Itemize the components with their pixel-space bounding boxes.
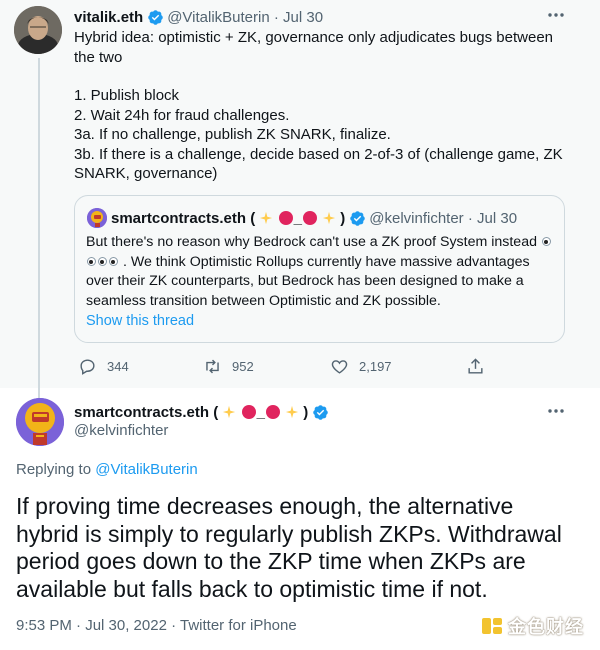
separator-dot: · <box>269 8 284 26</box>
reply-author-name-end: ) <box>303 403 309 421</box>
quoted-tweet-card[interactable]: smartcontracts.eth ( _ ) @kelvinfichter … <box>74 195 565 343</box>
thread-connector-line <box>38 58 40 398</box>
reply-author-name-row: smartcontracts.eth ( _ ) <box>74 402 332 422</box>
tweet-timestamp[interactable]: 9:53 PM · Jul 30, 2022 · Twitter for iPh… <box>16 617 297 634</box>
sparkles-icon <box>223 405 236 418</box>
name-separator: _ <box>256 403 265 421</box>
tweet-date[interactable]: Jul 30 <box>283 9 323 26</box>
list-item: 3b. If there is a challenge, decide base… <box>74 145 563 183</box>
share-icon <box>468 357 483 374</box>
verified-badge-icon <box>350 210 366 226</box>
watermark-text: 金色财经 <box>508 617 584 637</box>
reply-count: 344 <box>107 358 129 374</box>
tweet-text-intro: Hybrid idea: optimistic + ZK, governance… <box>74 29 554 66</box>
avatar-illustration <box>16 398 64 446</box>
share-action[interactable] <box>466 356 495 376</box>
parent-tweet[interactable]: vitalik.eth @VitalikButerin · Jul 30 Hyb… <box>0 0 600 398</box>
sparkles-icon <box>260 211 273 224</box>
red-circle-icon <box>241 404 256 419</box>
watermark: 金色财经 <box>480 612 590 640</box>
avatar[interactable] <box>14 6 62 54</box>
red-circle-icon <box>302 210 317 225</box>
separator-dot: · <box>463 209 478 227</box>
sparkles-icon <box>285 405 299 418</box>
replying-to: Replying to @VitalikButerin <box>16 461 198 478</box>
quote-header: smartcontracts.eth ( _ ) @kelvinfichter … <box>111 207 517 229</box>
author-handle[interactable]: @VitalikButerin <box>167 9 270 26</box>
more-options-icon[interactable] <box>546 403 566 419</box>
watermark-logo-icon <box>482 618 502 634</box>
list-item: 3a. If no challenge, publish ZK SNARK, f… <box>74 126 391 143</box>
quote-author-name-end: ) <box>340 209 346 227</box>
reply-author-name-text: smartcontracts.eth ( <box>74 403 219 421</box>
author-name[interactable]: vitalik.eth <box>74 9 143 26</box>
more-options-icon[interactable] <box>546 7 566 23</box>
quote-text-line1: But there's no reason why Bedrock can't … <box>86 234 537 250</box>
avatar-illustration <box>87 208 107 228</box>
tweet-text-list: 1. Publish block 2. Wait 24h for fraud c… <box>74 86 564 184</box>
reply-action[interactable]: 344 <box>78 356 129 376</box>
like-count: 2,197 <box>359 358 392 374</box>
like-action[interactable]: 2,197 <box>330 356 392 376</box>
list-item: 1. Publish block <box>74 87 180 104</box>
quote-author-name: smartcontracts.eth ( _ ) <box>111 210 345 227</box>
quote-avatar <box>87 208 107 228</box>
quote-date: Jul 30 <box>477 209 518 227</box>
reply-author-handle[interactable]: @kelvinfichter <box>74 422 168 439</box>
replying-to-label: Replying to <box>16 461 92 478</box>
reply-tweet-text: If proving time decreases enough, the al… <box>16 493 562 602</box>
verified-badge-icon <box>148 9 163 25</box>
reply-icon <box>80 358 95 375</box>
quote-author-name-text: smartcontracts.eth ( <box>111 209 256 227</box>
retweet-icon <box>206 359 219 373</box>
quote-text: But there's no reason why Bedrock can't … <box>86 233 556 311</box>
tweet-header: vitalik.eth @VitalikButerin · Jul 30 <box>74 7 323 27</box>
tweet-text: Hybrid idea: optimistic + ZK, governance… <box>74 28 554 67</box>
sparkles-icon <box>322 211 336 224</box>
avatar[interactable] <box>16 398 64 446</box>
red-circle-icon <box>265 404 280 419</box>
reply-author-name[interactable]: smartcontracts.eth ( _ ) <box>74 404 308 421</box>
red-circle-icon <box>278 210 293 225</box>
avatar-photo <box>14 6 62 54</box>
list-item: 2. Wait 24h for fraud challenges. <box>74 106 290 124</box>
quote-text-line2: . We think Optimistic Rollups currently … <box>86 253 530 309</box>
verified-badge-icon <box>313 404 329 420</box>
show-thread-link[interactable]: Show this thread <box>86 313 194 329</box>
name-separator: _ <box>293 209 302 227</box>
replying-to-link[interactable]: @VitalikButerin <box>95 461 198 478</box>
retweet-count: 952 <box>232 358 254 374</box>
quote-author-handle: @kelvinfichter <box>369 209 464 227</box>
retweet-action[interactable]: 952 <box>203 356 254 376</box>
heart-icon <box>331 359 348 374</box>
